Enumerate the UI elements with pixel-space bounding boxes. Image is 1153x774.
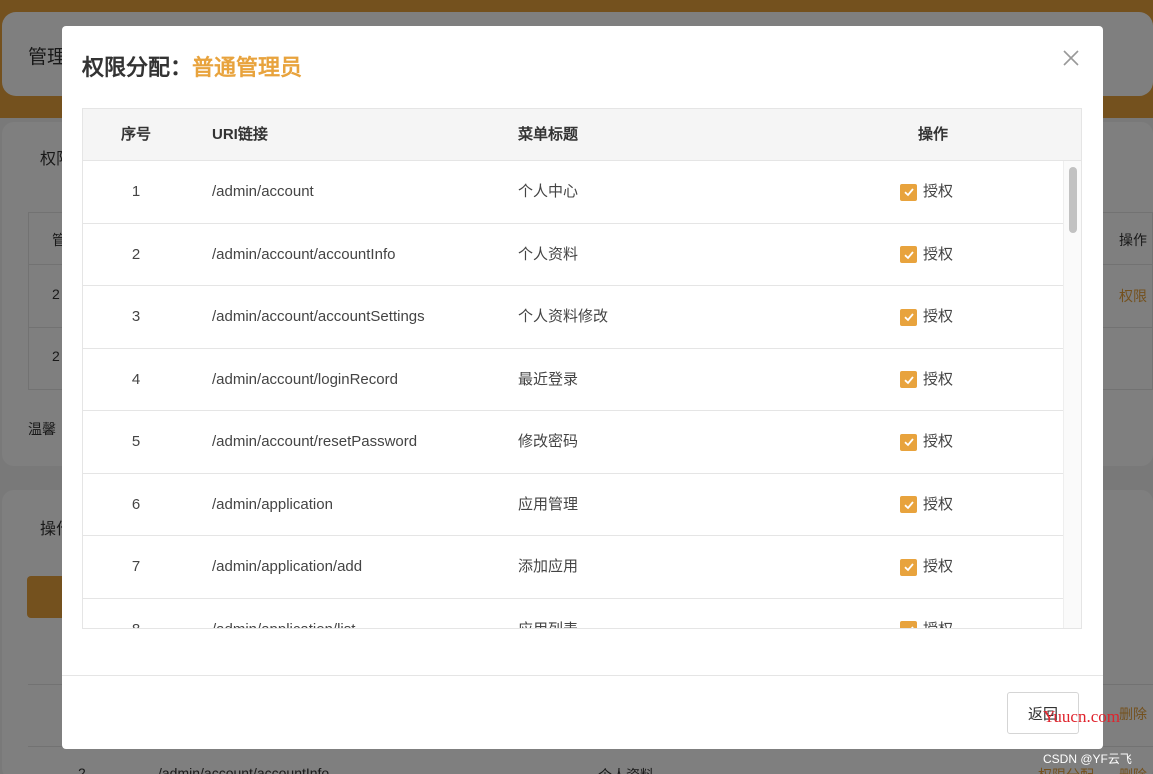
row-title: 个人资料 bbox=[518, 245, 579, 263]
row-uri: /admin/account bbox=[212, 183, 314, 200]
column-header-title: 菜单标题 bbox=[518, 126, 579, 143]
permission-table: 序号 URI链接 菜单标题 操作 1/admin/account 个人中心 授权 2/… bbox=[82, 108, 1082, 629]
row-no: 2 bbox=[131, 245, 141, 263]
row-title: 添加应用 bbox=[518, 558, 579, 575]
close-button[interactable] bbox=[1059, 46, 1083, 70]
table-row: 3/admin/account/accountSettings 个人资料修改 授权 bbox=[83, 286, 1063, 349]
row-title: 个人资料修改 bbox=[518, 308, 609, 325]
authorize-checkbox[interactable]: 授权 bbox=[900, 224, 953, 286]
checkbox-checked-icon[interactable] bbox=[900, 183, 917, 201]
row-uri: /admin/application/add bbox=[212, 558, 363, 575]
watermark-author: CSDN @YF云飞 bbox=[1043, 752, 1132, 766]
authorize-checkbox[interactable]: 授权 bbox=[900, 599, 953, 629]
authorize-checkbox[interactable]: 授权 bbox=[900, 536, 953, 598]
checkbox-checked-icon[interactable] bbox=[900, 371, 917, 388]
table-body[interactable]: 1/admin/account 个人中心 授权 2/admin/account/acc… bbox=[83, 161, 1063, 628]
close-icon bbox=[1063, 50, 1079, 66]
table-row: 1/admin/account 个人中心 授权 bbox=[83, 161, 1063, 224]
scrollbar-thumb[interactable] bbox=[1069, 167, 1077, 233]
scrollbar[interactable] bbox=[1063, 161, 1081, 628]
row-no: 8 bbox=[83, 599, 189, 629]
row-uri: /admin/account/accountInfo bbox=[212, 245, 396, 263]
authorize-label: 授权 bbox=[923, 433, 954, 450]
checkbox-checked-icon[interactable] bbox=[900, 308, 917, 326]
column-header-no: 序号 bbox=[120, 126, 151, 143]
watermark-site: Yuucn.com bbox=[1043, 707, 1120, 726]
checkbox-checked-icon[interactable] bbox=[900, 433, 917, 451]
checkbox-checked-icon[interactable] bbox=[900, 496, 917, 513]
row-title: 应用列表 bbox=[518, 599, 578, 629]
row-title: 修改密码 bbox=[518, 433, 579, 450]
permission-modal: 权限分配： 普通管理员 序号 URI链接 菜单标题 操作 1/admin/acc… bbox=[62, 26, 1103, 749]
table-row: 7/admin/application/add 添加应用 授权 bbox=[83, 536, 1063, 599]
row-no: 4 bbox=[131, 370, 141, 388]
row-no: 7 bbox=[131, 558, 141, 575]
column-header-uri: URI链接 bbox=[212, 126, 268, 143]
authorize-label: 授权 bbox=[923, 370, 954, 388]
checkbox-checked-icon[interactable] bbox=[900, 558, 917, 576]
row-no: 3 bbox=[131, 308, 141, 325]
authorize-label: 授权 bbox=[923, 183, 954, 200]
row-uri: /admin/account/loginRecord bbox=[212, 370, 398, 388]
column-header-op: 操作 bbox=[918, 126, 949, 143]
authorize-checkbox[interactable]: 授权 bbox=[900, 286, 953, 348]
table-row: 4/admin/account/loginRecord 最近登录 授权 bbox=[83, 349, 1063, 411]
row-uri: /admin/application/list bbox=[212, 599, 355, 629]
table-row: 5/admin/account/resetPassword 修改密码 授权 bbox=[83, 411, 1063, 474]
row-title: 最近登录 bbox=[518, 370, 579, 388]
checkbox-checked-icon[interactable] bbox=[900, 246, 917, 263]
footer-divider bbox=[62, 675, 1103, 676]
authorize-checkbox[interactable]: 授权 bbox=[900, 161, 953, 223]
table-row: 6/admin/application 应用管理 授权 bbox=[83, 474, 1063, 536]
authorize-checkbox[interactable]: 授权 bbox=[900, 474, 953, 536]
row-no: 5 bbox=[131, 433, 141, 450]
authorize-label: 授权 bbox=[923, 599, 953, 629]
role-name: 普通管理员 bbox=[192, 55, 303, 80]
row-title: 个人中心 bbox=[518, 183, 579, 200]
authorize-label: 授权 bbox=[923, 558, 954, 575]
table-header: 序号 URI链接 菜单标题 操作 bbox=[83, 109, 1081, 161]
row-uri: /admin/account/resetPassword bbox=[212, 433, 418, 450]
table-row: 2/admin/account/accountInfo 个人资料 授权 bbox=[83, 224, 1063, 286]
row-no: 1 bbox=[131, 183, 141, 200]
modal-title-prefix: 权限分配： bbox=[82, 55, 193, 80]
authorize-checkbox[interactable]: 授权 bbox=[900, 349, 953, 411]
row-no: 6 bbox=[131, 495, 141, 513]
checkbox-checked-icon[interactable] bbox=[900, 621, 917, 628]
table-row: 8/admin/application/list 应用列表 授权 bbox=[83, 599, 1063, 629]
authorize-label: 授权 bbox=[923, 308, 954, 325]
row-title: 应用管理 bbox=[518, 495, 579, 513]
authorize-label: 授权 bbox=[923, 245, 954, 263]
row-uri: /admin/account/accountSettings bbox=[212, 308, 425, 325]
row-uri: /admin/application bbox=[212, 495, 333, 513]
modal-title: 权限分配： 普通管理员 bbox=[82, 50, 302, 82]
authorize-checkbox[interactable]: 授权 bbox=[900, 411, 953, 473]
authorize-label: 授权 bbox=[923, 495, 954, 513]
